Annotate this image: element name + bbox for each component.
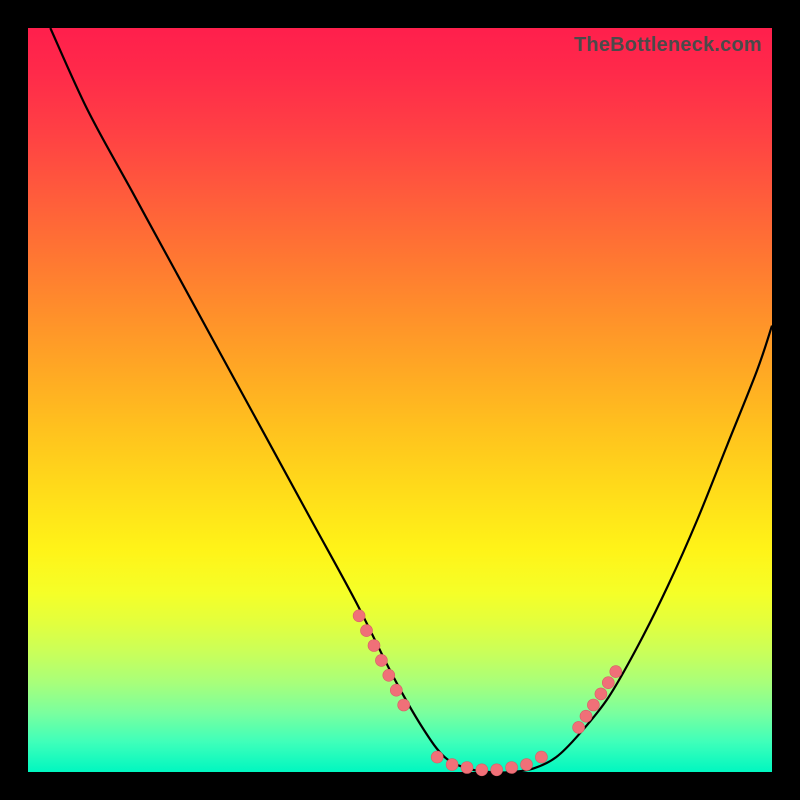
plot-area: TheBottleneck.com bbox=[28, 28, 772, 772]
data-point bbox=[383, 669, 395, 681]
data-point bbox=[506, 762, 518, 774]
data-point bbox=[368, 640, 380, 652]
data-point bbox=[353, 610, 365, 622]
data-point bbox=[431, 751, 443, 763]
curve-path bbox=[50, 28, 772, 772]
data-point bbox=[595, 688, 607, 700]
bottleneck-curve bbox=[28, 28, 772, 772]
data-point bbox=[476, 764, 488, 776]
data-point bbox=[375, 654, 387, 666]
data-point bbox=[461, 762, 473, 774]
data-point bbox=[398, 699, 410, 711]
data-point bbox=[587, 699, 599, 711]
data-point bbox=[521, 759, 533, 771]
data-point bbox=[390, 684, 402, 696]
data-point bbox=[573, 721, 585, 733]
data-point bbox=[361, 625, 373, 637]
data-point bbox=[491, 764, 503, 776]
chart-frame: TheBottleneck.com bbox=[0, 0, 800, 800]
data-point bbox=[580, 710, 592, 722]
data-point bbox=[602, 677, 614, 689]
data-point bbox=[446, 759, 458, 771]
data-point bbox=[535, 751, 547, 763]
data-point bbox=[610, 666, 622, 678]
data-markers bbox=[353, 610, 622, 776]
